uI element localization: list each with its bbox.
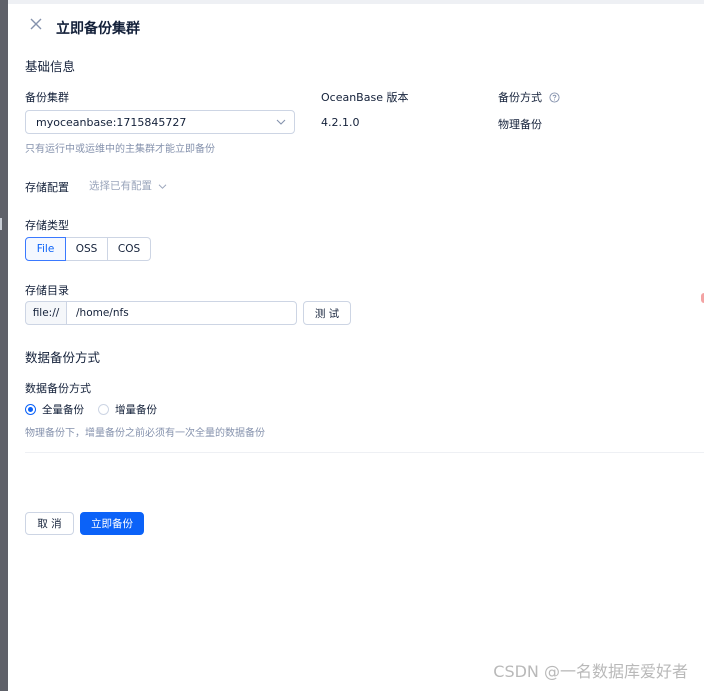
- storage-config-placeholder: 选择已有配置: [89, 180, 152, 192]
- backup-cluster-select[interactable]: myoceanbase:1715845727: [25, 110, 295, 134]
- radio-full-backup[interactable]: 全量备份: [25, 402, 84, 417]
- storage-type-file[interactable]: File: [25, 237, 66, 261]
- left-sidebar-edge: [0, 0, 8, 691]
- test-button[interactable]: 测 试: [303, 301, 351, 325]
- storage-config-label: 存储配置: [25, 181, 69, 194]
- watermark: CSDN @一名数据库爱好者: [493, 662, 688, 681]
- backup-cluster-value: myoceanbase:1715845727: [36, 116, 187, 129]
- backup-method-value: 物理备份: [498, 118, 542, 131]
- data-backup-heading: 数据备份方式: [25, 350, 101, 365]
- version-label: OceanBase 版本: [321, 91, 409, 104]
- cancel-button[interactable]: 取 消: [25, 512, 74, 535]
- storage-type-label: 存储类型: [25, 219, 69, 232]
- storage-type-oss[interactable]: OSS: [66, 237, 108, 261]
- backup-method-label: 备份方式: [498, 89, 560, 105]
- radio-unchecked-icon: [98, 404, 109, 415]
- chevron-down-icon: [276, 119, 286, 125]
- backup-method-label-text: 备份方式: [498, 91, 542, 104]
- drawer-title: 立即备份集群: [56, 21, 140, 37]
- basic-info-heading: 基础信息: [25, 59, 76, 74]
- storage-dir-input[interactable]: /home/nfs: [66, 301, 297, 325]
- radio-checked-icon: [25, 404, 36, 415]
- data-backup-method-label: 数据备份方式: [25, 382, 91, 395]
- chevron-down-icon: [159, 184, 167, 189]
- storage-config-select[interactable]: 选择已有配置: [89, 178, 167, 193]
- storage-dir-label: 存储目录: [25, 284, 69, 297]
- storage-type-segmented: File OSS COS: [25, 237, 151, 261]
- backup-cluster-hint: 只有运行中或运维中的主集群才能立即备份: [25, 144, 215, 155]
- close-icon[interactable]: [29, 17, 43, 31]
- storage-type-cos[interactable]: COS: [108, 237, 151, 261]
- backup-now-button[interactable]: 立即备份: [80, 512, 144, 535]
- backup-cluster-label: 备份集群: [25, 91, 69, 104]
- backup-drawer: 立即备份集群 基础信息 备份集群 myoceanbase:1715845727 …: [8, 4, 704, 691]
- radio-full-backup-label: 全量备份: [42, 404, 84, 416]
- version-value: 4.2.1.0: [321, 116, 360, 129]
- question-circle-icon[interactable]: [548, 92, 560, 103]
- data-backup-hint: 物理备份下，增量备份之前必须有一次全量的数据备份: [25, 428, 265, 439]
- storage-dir-prefix: file://: [25, 301, 67, 325]
- section-divider: [25, 452, 704, 453]
- radio-incremental-backup-label: 增量备份: [115, 404, 157, 416]
- radio-incremental-backup[interactable]: 增量备份: [98, 402, 157, 417]
- collapse-handle[interactable]: [0, 218, 8, 230]
